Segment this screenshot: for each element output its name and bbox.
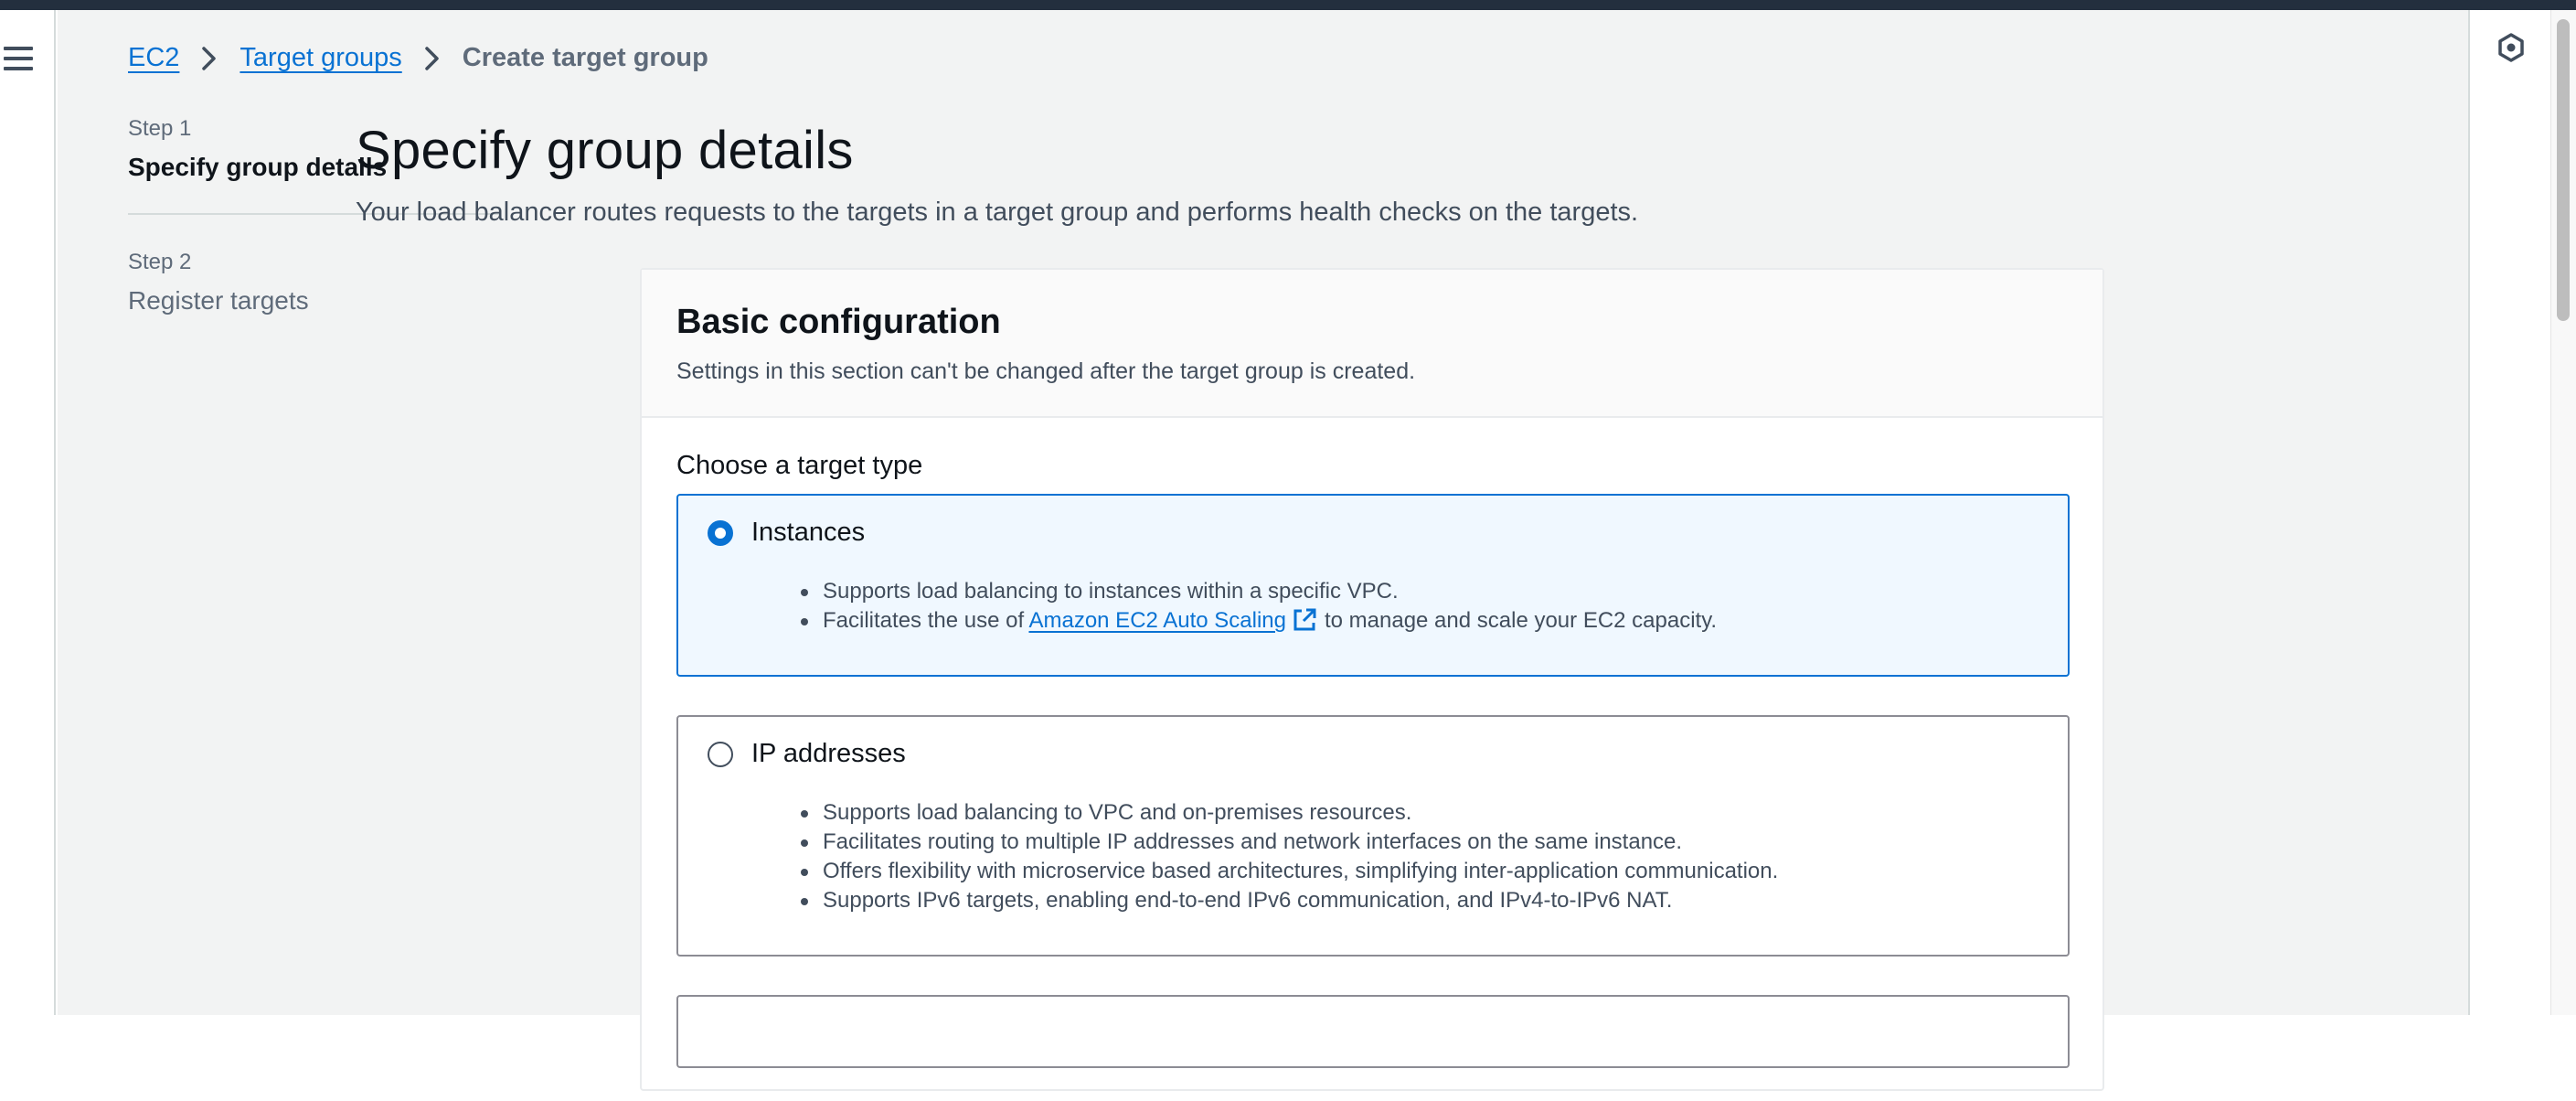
external-link-icon[interactable]	[1292, 607, 1317, 633]
page-title: Specify group details	[356, 121, 854, 180]
main-header: Specify group details Your load balancer…	[356, 120, 2458, 228]
top-navigation-bar	[0, 0, 2576, 10]
hexagon-help-icon[interactable]	[2496, 32, 2527, 63]
step-title: Register targets	[128, 286, 309, 315]
step-label: Step 2	[128, 250, 192, 274]
chevron-right-icon	[196, 45, 223, 72]
link-bullet-prefix: Facilitates the use of	[823, 608, 1025, 633]
panel-body: Choose a target type Instances Supports …	[642, 418, 2102, 1101]
menu-icon[interactable]	[4, 47, 33, 70]
scrollbar-thumb[interactable]	[2557, 19, 2570, 321]
breadcrumb-current: Create target group	[462, 43, 708, 72]
ip-addresses-title: IP addresses	[751, 739, 906, 768]
list-item: Facilitates routing to multiple IP addre…	[801, 828, 2068, 857]
panel-title: Basic configuration	[676, 303, 1001, 341]
panel-description: Settings in this section can't be change…	[676, 358, 1416, 384]
right-tools-rail	[2468, 10, 2550, 1015]
breadcrumb: EC2 Target groups Create target group	[128, 43, 708, 73]
basic-configuration-panel: Basic configuration Settings in this sec…	[640, 268, 2104, 1091]
list-item: Supports load balancing to VPC and on-pr…	[801, 798, 2068, 828]
target-type-next-tile[interactable]	[676, 995, 2070, 1068]
list-item: Facilitates the use of Amazon EC2 Auto S…	[801, 606, 2068, 636]
target-type-instances-tile[interactable]: Instances Supports load balancing to ins…	[676, 494, 2070, 677]
list-item: Supports load balancing to instances wit…	[801, 577, 2068, 606]
breadcrumb-link-ec2[interactable]: EC2	[128, 43, 179, 73]
list-item: Offers flexibility with microservice bas…	[801, 857, 2068, 886]
left-navigation-rail	[0, 10, 56, 1015]
instances-radio[interactable]	[708, 519, 733, 546]
link-bullet-suffix: to manage and scale your EC2 capacity.	[1324, 608, 1718, 633]
amazon-ec2-auto-scaling-link[interactable]: Amazon EC2 Auto Scaling	[1028, 608, 1286, 633]
list-item: Supports IPv6 targets, enabling end-to-e…	[801, 886, 2068, 915]
ip-addresses-radio[interactable]	[708, 741, 733, 767]
instances-bullets: Supports load balancing to instances wit…	[678, 577, 2068, 636]
instances-title: Instances	[751, 518, 866, 547]
scrollbar[interactable]	[2550, 10, 2576, 1015]
target-type-label: Choose a target type	[676, 451, 923, 480]
ip-addresses-bullets: Supports load balancing to VPC and on-pr…	[678, 798, 2068, 915]
chevron-right-icon	[419, 45, 446, 72]
page-description: Your load balancer routes requests to th…	[356, 198, 1639, 227]
wizard-step-2[interactable]: Step 2 Register targets	[128, 250, 499, 315]
breadcrumb-link-target-groups[interactable]: Target groups	[240, 43, 401, 73]
target-type-ip-addresses-tile[interactable]: IP addresses Supports load balancing to …	[676, 715, 2070, 957]
panel-header: Basic configuration Settings in this sec…	[642, 270, 2102, 418]
